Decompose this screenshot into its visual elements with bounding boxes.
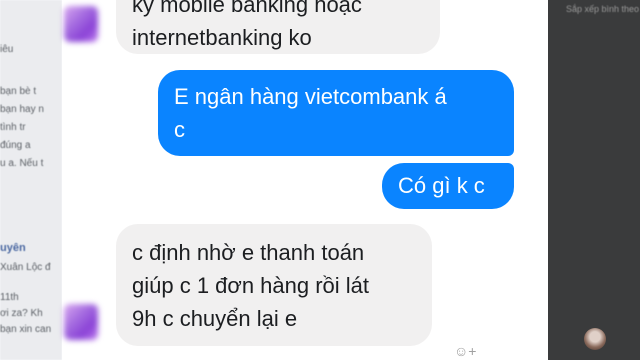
- message-line: kỳ mobile banking hoặc: [132, 0, 362, 17]
- message-line: giúp c 1 đơn hàng rồi lát: [132, 273, 370, 298]
- chat-thread: kỳ mobile banking hoặc internetbanking k…: [62, 0, 606, 360]
- bg-fragment: Xuân Lộc đ: [0, 262, 51, 273]
- message-line: c: [174, 117, 185, 142]
- message-line: c định nhờ e thanh toán: [132, 240, 365, 265]
- background-left-panel: iêu bạn bè t bạn hay n tình tr đúng a u …: [0, 0, 62, 360]
- bg-fragment: 11th: [0, 292, 19, 303]
- bg-fragment: bạn hay n: [0, 104, 44, 115]
- bg-fragment: uyên: [0, 242, 26, 254]
- bg-fragment: bạn bè t: [0, 86, 37, 97]
- message-line: E ngân hàng vietcombank á: [174, 84, 447, 109]
- sender-avatar: [64, 304, 98, 340]
- bg-fragment: iêu: [0, 44, 14, 55]
- message-line: 9h c chuyển lại e: [132, 306, 298, 331]
- message-outgoing: Có gì k c: [382, 163, 514, 209]
- message-line: Có gì k c: [398, 173, 485, 198]
- bg-fragment: ơi za? Kh: [0, 308, 43, 319]
- add-reaction-icon[interactable]: ☺+: [454, 342, 482, 360]
- sender-avatar: [64, 6, 98, 42]
- bg-fragment: bạn xin can: [0, 324, 52, 335]
- bg-fragment: Sắp xếp bình theo: [566, 4, 640, 14]
- message-outgoing: E ngân hàng vietcombank á c: [158, 70, 514, 156]
- seen-avatar-icon: [584, 328, 606, 350]
- bg-fragment: đúng a: [0, 140, 31, 151]
- message-incoming: kỳ mobile banking hoặc internetbanking k…: [116, 0, 440, 54]
- message-incoming: c định nhờ e thanh toán giúp c 1 đơn hàn…: [116, 224, 432, 346]
- message-line: internetbanking ko: [132, 25, 312, 50]
- bg-fragment: u a. Nếu t: [0, 158, 44, 169]
- bg-fragment: tình tr: [0, 122, 26, 133]
- background-right-panel: Sắp xếp bình theo: [548, 0, 640, 360]
